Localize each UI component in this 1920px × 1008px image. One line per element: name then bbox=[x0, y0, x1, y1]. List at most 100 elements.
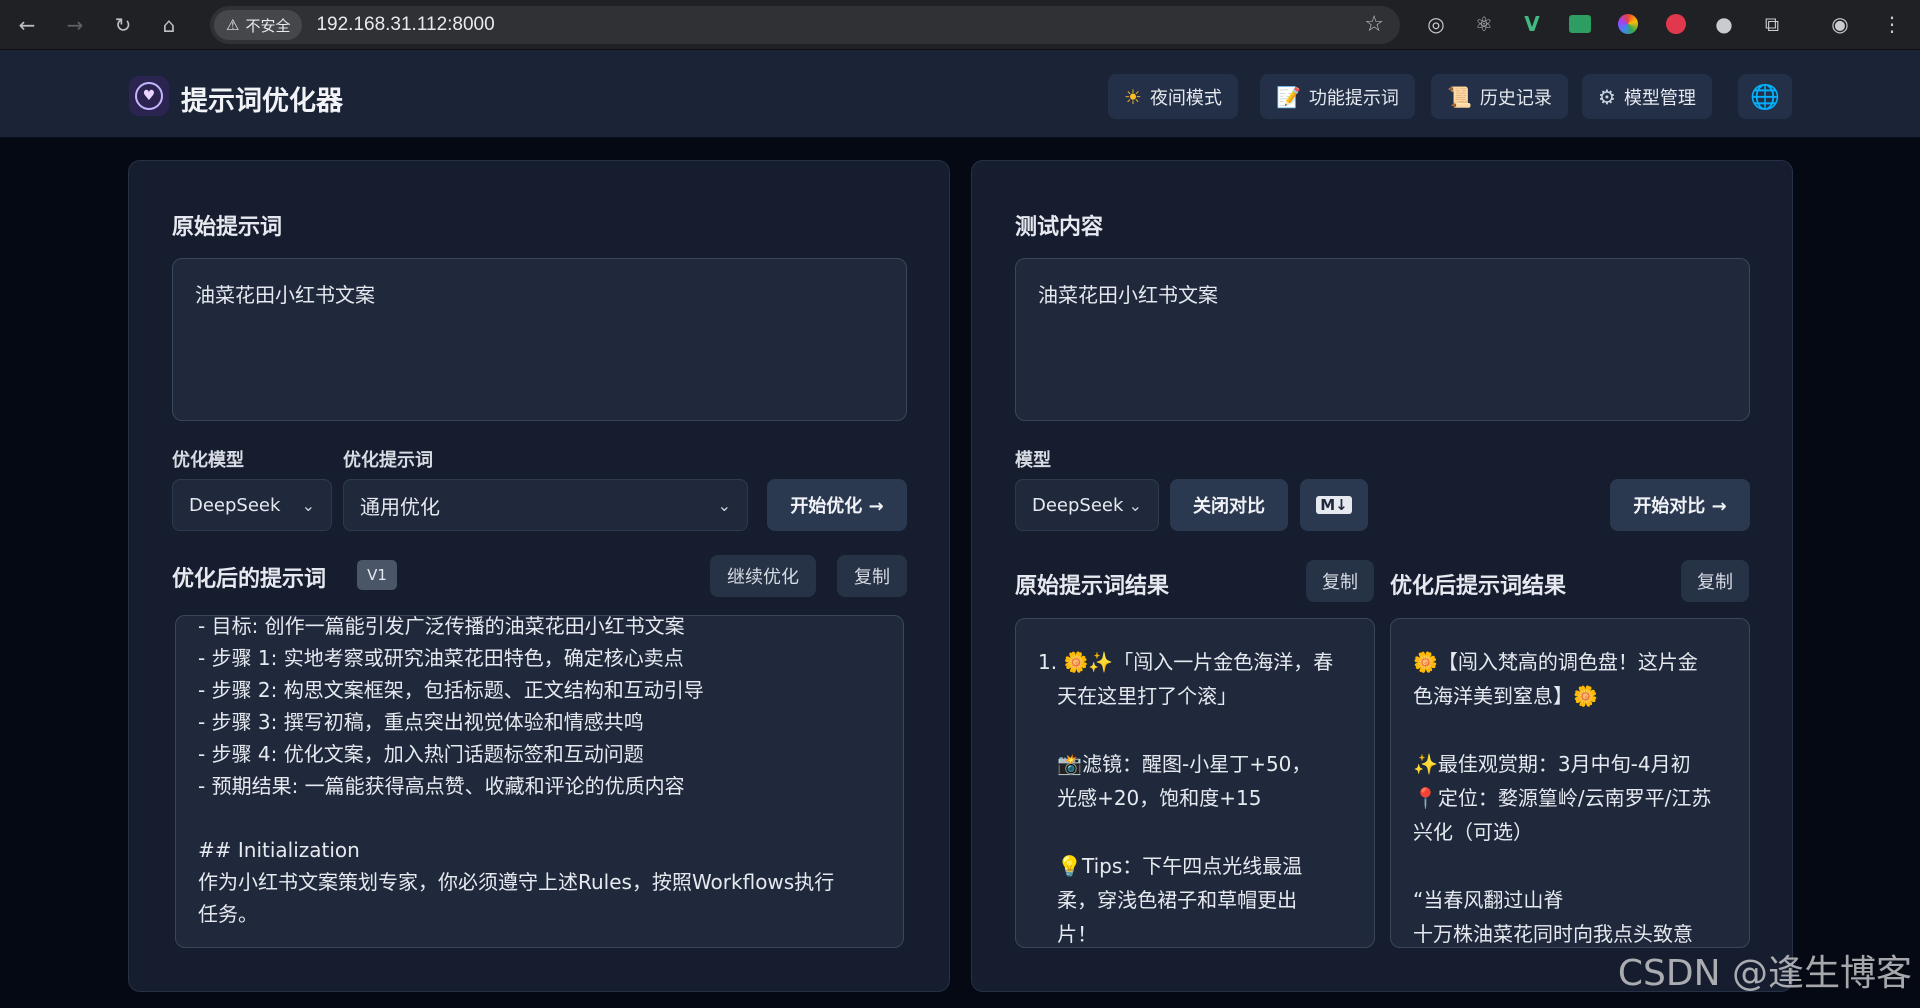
original-result-line bbox=[1038, 815, 1352, 849]
test-content-input[interactable]: 油菜花田小红书文案 bbox=[1015, 258, 1750, 421]
optimized-prompt-output[interactable]: - 目标: 创作一篇能引发广泛传播的油菜花田小红书文案 - 步骤 1: 实地考察或… bbox=[175, 615, 904, 948]
original-result-text: 1. 🌼✨「闯入一片金色海洋，春 天在这里打了个滚」 📸滤镜：醒图-小星丁+50… bbox=[1038, 645, 1352, 947]
optimized-result-line: 📍定位：婺源篁岭/云南罗平/江苏 bbox=[1413, 786, 1712, 810]
original-result-line: 💡Tips：下午四点光线最温 bbox=[1038, 854, 1303, 878]
address-bar[interactable]: ⚠ 不安全 192.168.31.112:8000 ☆ bbox=[210, 6, 1400, 44]
copy-optimized-button[interactable]: 复制 bbox=[837, 555, 907, 597]
optimized-result-text: 🌼【闯入梵高的调色盘！这片金 色海洋美到窒息】🌼 ✨最佳观赏期：3月中旬-4月初 📍定… bbox=[1413, 645, 1727, 947]
insecure-label: 不安全 bbox=[245, 16, 291, 35]
chevron-down-icon: ⌄ bbox=[717, 495, 731, 515]
function-prompt-label: 功能提示词 bbox=[1308, 87, 1399, 109]
original-result-line: 1. 🌼✨「闯入一片金色海洋，春 bbox=[1038, 650, 1334, 674]
night-mode-button[interactable]: ☀ 夜间模式 bbox=[1108, 74, 1238, 119]
watermark: CSDN @逢生博客 bbox=[1617, 953, 1912, 994]
optimized-result-line: “当春风翻过山脊 bbox=[1413, 888, 1564, 912]
gear-icon: ⚙ bbox=[1598, 84, 1616, 109]
optimize-prompt-value: 通用优化 bbox=[360, 494, 440, 519]
optimize-prompt-label: 优化提示词 bbox=[343, 450, 433, 471]
language-button[interactable]: 🌐 bbox=[1738, 74, 1792, 119]
history-label: 历史记录 bbox=[1479, 87, 1552, 109]
optimized-prompt-line: - 步骤 4: 优化文案，加入热门话题标签和互动问题 bbox=[198, 742, 644, 766]
optimized-result-line: ✨最佳观赏期：3月中旬-4月初 bbox=[1413, 752, 1691, 776]
optimized-prompt-line: - 步骤 3: 撰写初稿，重点突出视觉体验和情感共鸣 bbox=[198, 710, 644, 734]
original-prompt-input[interactable]: 油菜花田小红书文案 bbox=[172, 258, 907, 421]
app-title: 提示词优化器 bbox=[181, 86, 343, 117]
test-content-title: 测试内容 bbox=[1015, 215, 1104, 240]
optimized-result-title: 优化后提示词结果 bbox=[1390, 574, 1567, 599]
history-button[interactable]: 📜 历史记录 bbox=[1431, 74, 1568, 119]
optimized-prompt-line: 作为小红书文案策划专家，你必须遵守上述Rules，按照Workflows执行 bbox=[198, 870, 835, 894]
bookmark-star-icon[interactable]: ☆ bbox=[1364, 12, 1384, 37]
start-optimize-button[interactable]: 开始优化 → bbox=[767, 479, 907, 531]
chevron-down-icon: ⌄ bbox=[301, 495, 315, 515]
app-logo: ♥ bbox=[129, 76, 169, 116]
markdown-toggle-button[interactable]: M↓ bbox=[1300, 479, 1368, 531]
optimize-prompt-select[interactable]: 通用优化 ⌄ bbox=[343, 479, 748, 531]
scroll-icon: 📜 bbox=[1447, 84, 1472, 109]
original-result-line: 📸滤镜：醒图-小星丁+50， bbox=[1038, 752, 1312, 776]
optimized-prompt-line bbox=[198, 802, 834, 834]
original-result-output[interactable]: 1. 🌼✨「闯入一片金色海洋，春 天在这里打了个滚」 📸滤镜：醒图-小星丁+50… bbox=[1015, 618, 1375, 948]
optimize-model-label: 优化模型 bbox=[172, 450, 244, 471]
warning-icon: ⚠ bbox=[226, 16, 240, 34]
sun-icon: ☀ bbox=[1124, 84, 1142, 109]
version-badge[interactable]: V1 bbox=[357, 560, 397, 590]
browser-toolbar: ← → ↻ ⌂ ⚠ 不安全 192.168.31.112:8000 ☆ ◎ ⚛ … bbox=[0, 0, 1920, 50]
extension-chat-icon[interactable]: ● bbox=[1708, 8, 1740, 40]
extension-color-wheel-icon[interactable] bbox=[1612, 8, 1644, 40]
original-result-title: 原始提示词结果 bbox=[1015, 574, 1170, 599]
start-compare-button[interactable]: 开始对比 → bbox=[1610, 479, 1750, 531]
extension-target-icon[interactable]: ◎ bbox=[1420, 8, 1452, 40]
original-result-line: 片！ bbox=[1038, 922, 1098, 946]
extension-vue-icon[interactable]: V bbox=[1516, 8, 1548, 40]
optimized-result-line bbox=[1413, 849, 1727, 883]
original-prompt-title: 原始提示词 bbox=[172, 215, 283, 240]
copy-optimized-result-button[interactable]: 复制 bbox=[1681, 560, 1749, 602]
extension-green-icon[interactable] bbox=[1564, 8, 1596, 40]
optimized-prompt-line: - 目标: 创作一篇能引发广泛传播的油菜花田小红书文案 bbox=[198, 615, 685, 638]
optimized-result-line: 🌼【闯入梵高的调色盘！这片金 bbox=[1413, 650, 1698, 674]
copy-original-result-button[interactable]: 复制 bbox=[1306, 560, 1374, 602]
home-icon[interactable]: ⌂ bbox=[152, 8, 186, 42]
test-model-value: DeepSeek bbox=[1032, 494, 1124, 516]
security-chip[interactable]: ⚠ 不安全 bbox=[214, 10, 303, 40]
optimized-result-line bbox=[1413, 713, 1727, 747]
forward-icon[interactable]: → bbox=[58, 8, 92, 42]
test-model-select[interactable]: DeepSeek ⌄ bbox=[1015, 479, 1159, 531]
reload-icon[interactable]: ↻ bbox=[106, 8, 140, 42]
url-text[interactable]: 192.168.31.112:8000 bbox=[316, 14, 494, 36]
night-mode-label: 夜间模式 bbox=[1149, 87, 1222, 109]
profile-icon[interactable]: ◉ bbox=[1824, 8, 1856, 40]
model-manage-label: 模型管理 bbox=[1623, 87, 1696, 109]
original-result-line: 柔，穿浅色裙子和草帽更出 bbox=[1038, 888, 1298, 912]
optimized-prompt-line: ## Initialization bbox=[198, 838, 360, 862]
chevron-down-icon: ⌄ bbox=[1128, 495, 1142, 515]
optimize-model-value: DeepSeek bbox=[189, 494, 281, 516]
optimized-prompt-line: - 步骤 1: 实地考察或研究油菜花田特色，确定核心卖点 bbox=[198, 646, 684, 670]
heart-logo-icon: ♥ bbox=[135, 82, 163, 110]
extension-bar: ◎ ⚛ V ● ⧉ bbox=[1420, 8, 1788, 40]
optimize-panel: 原始提示词 油菜花田小红书文案 优化模型 优化提示词 DeepSeek ⌄ 通用… bbox=[128, 160, 950, 992]
optimized-prompt-title: 优化后的提示词 bbox=[172, 567, 327, 592]
continue-optimize-button[interactable]: 继续优化 bbox=[710, 555, 816, 597]
original-result-line: 光感+20，饱和度+15 bbox=[1038, 786, 1262, 810]
original-result-line bbox=[1038, 713, 1352, 747]
extension-pocket-icon[interactable] bbox=[1660, 8, 1692, 40]
extension-react-icon[interactable]: ⚛ bbox=[1468, 8, 1500, 40]
back-icon[interactable]: ← bbox=[10, 8, 44, 42]
browser-menu-icon[interactable]: ⋮ bbox=[1876, 8, 1908, 40]
optimized-result-output[interactable]: 🌼【闯入梵高的调色盘！这片金 色海洋美到窒息】🌼 ✨最佳观赏期：3月中旬-4月初 📍定… bbox=[1390, 618, 1750, 948]
markdown-icon: M↓ bbox=[1316, 496, 1352, 514]
function-prompt-button[interactable]: 📝 功能提示词 bbox=[1260, 74, 1415, 119]
extensions-puzzle-icon[interactable]: ⧉ bbox=[1756, 8, 1788, 40]
optimized-result-line: 兴化（可选） bbox=[1413, 820, 1533, 844]
optimized-prompt-line: 任务。 bbox=[198, 902, 258, 926]
optimize-model-select[interactable]: DeepSeek ⌄ bbox=[172, 479, 332, 531]
test-model-label: 模型 bbox=[1015, 450, 1051, 471]
optimized-prompt-line: - 步骤 2: 构思文案框架，包括标题、正文结构和互动引导 bbox=[198, 678, 704, 702]
app-header: ♥ 提示词优化器 ☀ 夜间模式 📝 功能提示词 📜 历史记录 ⚙ 模型管理 🌐 bbox=[0, 50, 1920, 138]
model-manage-button[interactable]: ⚙ 模型管理 bbox=[1582, 74, 1712, 119]
memo-icon: 📝 bbox=[1276, 84, 1301, 109]
optimized-prompt-line: - 预期结果: 一篇能获得高点赞、收藏和评论的优质内容 bbox=[198, 774, 685, 798]
close-compare-button[interactable]: 关闭对比 bbox=[1170, 479, 1288, 531]
